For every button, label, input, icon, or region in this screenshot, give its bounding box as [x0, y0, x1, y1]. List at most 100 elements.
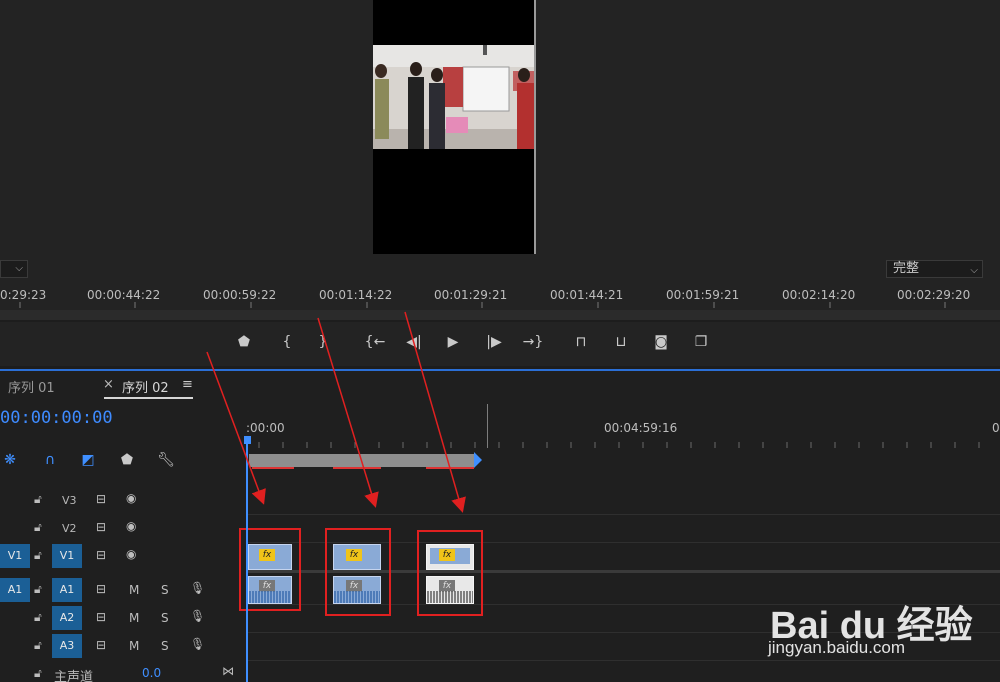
watermark-url: jingyan.baidu.com [768, 638, 906, 657]
mark-out-icon: } [318, 334, 328, 350]
camera-icon: ◙ [654, 334, 668, 350]
mark-in-button[interactable]: { [276, 330, 298, 354]
render-bar [333, 467, 381, 469]
render-bar [252, 467, 294, 469]
eye-icon[interactable]: ◉ [126, 547, 136, 561]
lift-icon: ⊓ [575, 334, 587, 350]
lock-icon[interactable]: 🔓︎ [34, 610, 42, 625]
timeline-ruler-label: 00:04:59:16 [604, 421, 678, 435]
mute-button[interactable]: M [129, 639, 139, 653]
add-marker-button[interactable]: ⬟ [233, 330, 255, 354]
sync-lock-icon[interactable]: ⊟ [96, 582, 106, 596]
timeline-timecode[interactable]: 00:00:00:00 [0, 408, 113, 428]
tab-sequence-02[interactable]: 序列 02 [122, 377, 169, 396]
lock-icon[interactable]: 🔓︎ [34, 638, 42, 653]
tab-close-icon[interactable]: × [103, 377, 114, 392]
sync-lock-icon[interactable]: ⊟ [96, 638, 106, 652]
master-volume-value[interactable]: 0.0 [142, 666, 161, 680]
track-name: V2 [62, 522, 77, 535]
panel-menu-icon[interactable]: ≡ [182, 377, 193, 392]
tab-sequence-01[interactable]: 序列 01 [8, 377, 55, 396]
timeline-ruler-ticks [258, 442, 980, 448]
lock-icon[interactable]: 🔓︎ [34, 548, 42, 563]
monitor-scrollbar[interactable] [0, 310, 1000, 320]
ruler-timecode: 00:01:14:22 [319, 288, 393, 302]
mark-in-icon: { [282, 334, 292, 350]
source-patch-a1[interactable]: A1 [0, 578, 30, 602]
snap-magnet-icon[interactable]: ∩ [40, 450, 60, 470]
track-separator [247, 514, 1000, 515]
ruler-ticks [19, 302, 946, 308]
sync-lock-icon[interactable]: ⊟ [96, 520, 106, 534]
ruler-timecode: 0:29:23 [0, 288, 47, 302]
play-button[interactable]: ▶ [442, 330, 464, 354]
step-forward-button[interactable]: |▶ [483, 330, 505, 354]
playhead-handle[interactable] [244, 436, 251, 444]
track-target-a3[interactable]: A3 [52, 634, 82, 658]
step-back-button[interactable]: ◀| [403, 330, 425, 354]
snap-nest-icon[interactable]: ❋ [0, 450, 20, 470]
baidu-watermark: Bai du 经验 jingyan.baidu.com [760, 578, 1000, 678]
playback-quality-dropdown[interactable]: 完整 ⌵ [886, 260, 983, 278]
go-to-end-icon[interactable]: ⋈ [222, 664, 234, 678]
lift-button[interactable]: ⊓ [570, 330, 592, 354]
lock-icon[interactable]: 🔓︎ [34, 666, 42, 681]
comparison-view-button[interactable]: ❐ [690, 330, 712, 354]
wrench-icon[interactable]: 🔧︎ [156, 450, 176, 470]
add-marker-icon[interactable]: ⬟ [117, 450, 137, 470]
timeline-ruler-label: 0 [992, 421, 1000, 435]
annotation-box [239, 528, 301, 611]
video-frame-image [373, 45, 534, 149]
master-track-label: 主声道 [54, 670, 94, 682]
chevron-down-icon: ⌵ [15, 263, 23, 274]
go-to-in-icon: {← [364, 334, 386, 350]
track-header-a1: A1 🔓︎ A1 ⊟ M S 🎙︎ [0, 576, 240, 604]
track-target-v1[interactable]: V1 [52, 544, 82, 568]
ruler-timecode: 00:01:59:21 [666, 288, 740, 302]
lock-icon[interactable]: 🔓︎ [34, 582, 42, 597]
comparison-icon: ❐ [694, 334, 708, 350]
ruler-timecode: 00:02:29:20 [897, 288, 971, 302]
go-to-in-button[interactable]: {← [364, 330, 386, 354]
track-name: V3 [62, 494, 77, 507]
export-frame-button[interactable]: ◙ [650, 330, 672, 354]
sync-lock-icon[interactable]: ⊟ [96, 610, 106, 624]
microphone-icon[interactable]: 🎙︎ [190, 609, 205, 623]
track-header-master: 🔓︎ 主声道 0.0 ⋈ [0, 662, 240, 682]
chevron-down-icon: ⌵ [970, 265, 978, 276]
microphone-icon[interactable]: 🎙︎ [190, 581, 205, 595]
track-header-v3: 🔓︎ V3 ⊟ ◉ [0, 486, 240, 514]
linked-selection-icon[interactable]: ◩ [78, 450, 98, 470]
mark-out-button[interactable]: } [312, 330, 334, 354]
zoom-dropdown[interactable]: ⌵ [0, 260, 28, 278]
track-header-a3: 🔓︎ A3 ⊟ M S 🎙︎ [0, 632, 240, 660]
extract-button[interactable]: ⊔ [610, 330, 632, 354]
solo-button[interactable]: S [161, 639, 169, 653]
lock-icon[interactable]: 🔓︎ [34, 492, 42, 507]
lock-icon[interactable]: 🔓︎ [34, 520, 42, 535]
track-target-a2[interactable]: A2 [52, 606, 82, 630]
sync-lock-icon[interactable]: ⊟ [96, 492, 106, 506]
go-to-out-icon: →} [522, 334, 544, 350]
eye-icon[interactable]: ◉ [126, 519, 136, 533]
active-tab-underline [104, 397, 193, 399]
mute-button[interactable]: M [129, 611, 139, 625]
mute-button[interactable]: M [129, 583, 139, 597]
eye-icon[interactable]: ◉ [126, 491, 136, 505]
go-to-out-button[interactable]: →} [522, 330, 544, 354]
step-forward-icon: |▶ [486, 334, 502, 350]
ruler-timecode: 00:01:44:21 [550, 288, 624, 302]
sync-lock-icon[interactable]: ⊟ [96, 548, 106, 562]
render-bar [426, 467, 474, 469]
ruler-timecode: 00:00:59:22 [203, 288, 277, 302]
microphone-icon[interactable]: 🎙︎ [190, 637, 205, 651]
source-patch-v1[interactable]: V1 [0, 544, 30, 568]
playhead-line[interactable] [246, 437, 248, 682]
solo-button[interactable]: S [161, 583, 169, 597]
track-header-v2: 🔓︎ V2 ⊟ ◉ [0, 514, 240, 542]
solo-button[interactable]: S [161, 611, 169, 625]
track-target-a1[interactable]: A1 [52, 578, 82, 602]
work-area-bar[interactable] [249, 454, 475, 467]
ruler-timecode: 00:02:14:20 [782, 288, 856, 302]
ruler-timecode: 00:00:44:22 [87, 288, 161, 302]
